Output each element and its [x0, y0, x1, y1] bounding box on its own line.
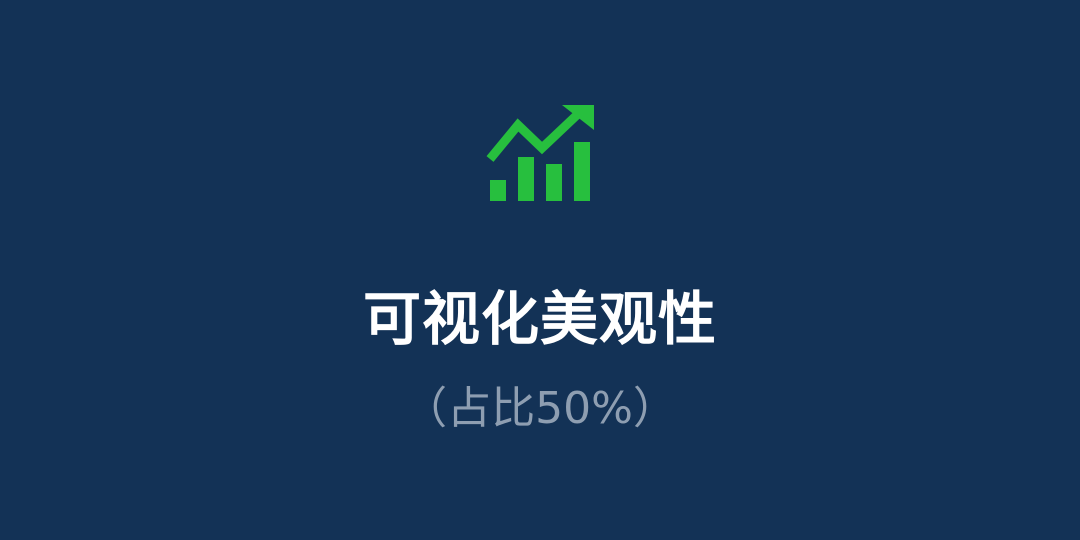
trending-up-chart-icon — [482, 100, 598, 204]
icon-trend-line — [486, 110, 582, 162]
slide-title: 可视化美观性 — [362, 285, 717, 353]
icon-bar-3 — [546, 164, 562, 201]
slide: 可视化美观性 （占比50%） — [0, 0, 1080, 540]
icon-bar-4 — [574, 142, 590, 201]
icon-bar-1 — [490, 180, 506, 201]
slide-subtitle: （占比50%） — [403, 383, 677, 434]
icon-bar-2 — [518, 157, 534, 201]
